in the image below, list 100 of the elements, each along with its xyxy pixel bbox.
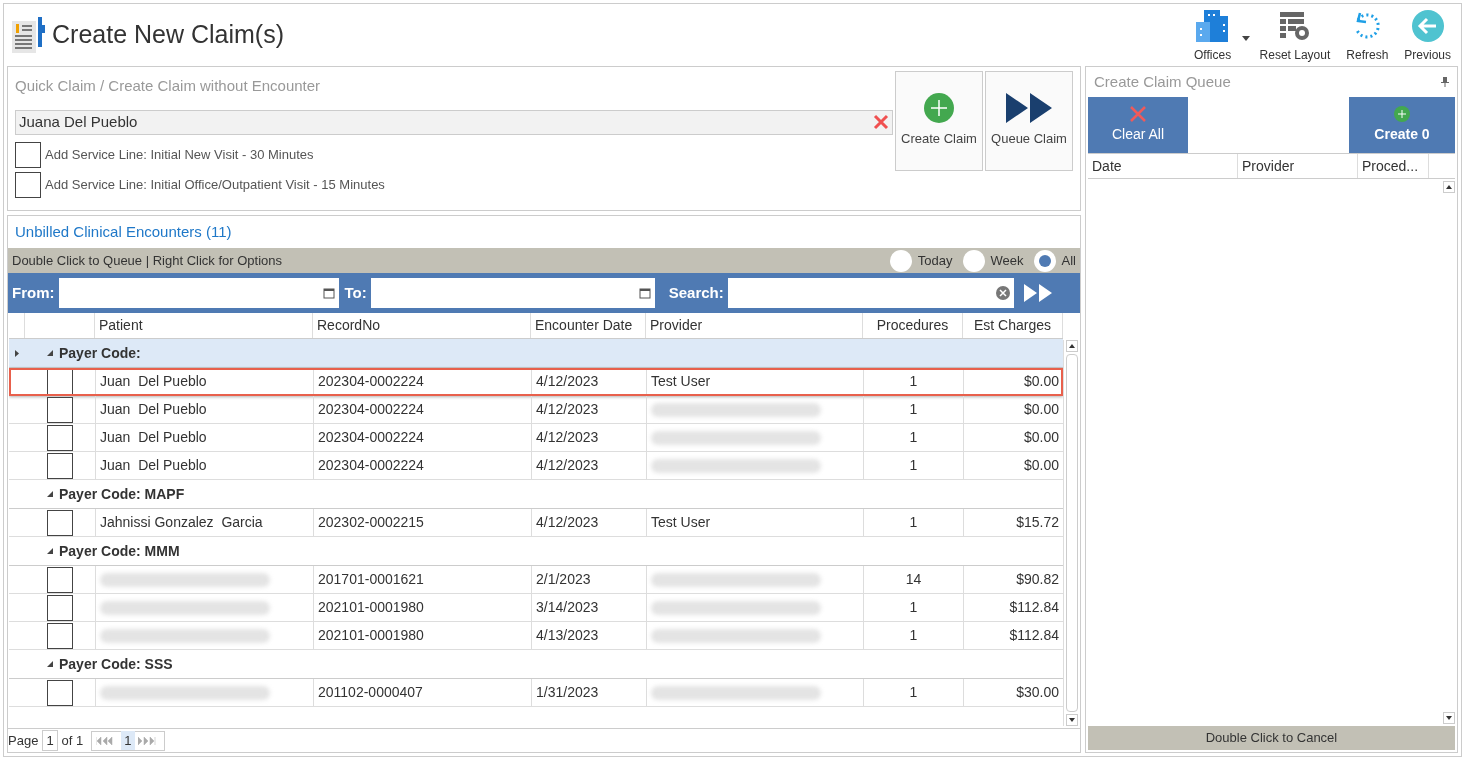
clear-all-button[interactable]: Clear All (1088, 97, 1188, 153)
column-header[interactable]: Procedures (863, 313, 963, 338)
table-cell-text: 4/12/2023 (536, 400, 599, 419)
table-cell-text: 1/31/2023 (536, 683, 599, 702)
checkbox-label: Add Service Line: Initial Office/Outpatient Visit - 15 Minutes (45, 175, 385, 194)
encounter-row[interactable]: Juan Del Pueblo 202304-0002224 4/12/2023 1 $0.00 (9, 424, 1063, 452)
checkbox[interactable] (47, 452, 73, 479)
column-header[interactable]: Provider (646, 313, 863, 338)
scroll-down-icon[interactable] (1446, 716, 1452, 720)
queue-footer: Double Click to Cancel (1088, 726, 1455, 750)
encounter-row[interactable]: 201102-0000407 1/31/2023 1 $30.00 (9, 679, 1063, 707)
encounter-row[interactable]: 202101-0001980 3/14/2023 1 $112.84 (9, 594, 1063, 622)
checkbox[interactable] (47, 594, 73, 621)
column-header[interactable]: RecordNo (313, 313, 531, 338)
collapse-icon[interactable] (47, 661, 53, 667)
pin-icon[interactable] (1441, 77, 1449, 87)
toolbar-button[interactable]: Reset Layout (1255, 10, 1335, 64)
table-cell-text: 4/13/2023 (536, 626, 599, 645)
table-cell-text: $30.00 (1016, 683, 1059, 702)
toolbar-button[interactable]: Previous (1400, 10, 1455, 64)
panel-title: Create Claim Queue (1094, 71, 1231, 92)
collapse-icon[interactable] (47, 548, 53, 554)
patient-field[interactable]: Juana Del Pueblo (15, 109, 893, 135)
encounter-row[interactable]: Juan Del Pueblo 202304-0002224 4/12/2023 Test User 1 $0.00 (9, 368, 1063, 396)
checkbox[interactable] (15, 141, 41, 168)
column-header[interactable]: Provider (1238, 154, 1358, 178)
calendar-icon[interactable] (322, 287, 335, 299)
column-header[interactable]: Date (1088, 154, 1238, 178)
checkbox[interactable] (47, 622, 73, 649)
table-cell-text: 201102-0000407 (318, 683, 423, 702)
checkbox[interactable] (47, 566, 73, 593)
table-cell-text: 4/12/2023 (536, 372, 599, 391)
scrollbar[interactable] (1063, 340, 1079, 726)
table-cell-text: 1 (909, 372, 918, 391)
encounter-row[interactable]: Juan Del Pueblo 202304-0002224 4/12/2023 1 $0.00 (9, 396, 1063, 424)
to-label: To: (344, 282, 367, 303)
column-header[interactable]: Est Charges (963, 313, 1063, 338)
collapse-icon[interactable] (47, 350, 53, 356)
table-cell-text: 3/14/2023 (536, 598, 599, 617)
range-radio[interactable]: Week (962, 249, 1024, 272)
toolbar-button[interactable]: Offices (1185, 10, 1240, 64)
panel-title: Quick Claim / Create Claim without Encounter (15, 76, 322, 96)
table-cell-text: 4/12/2023 (536, 513, 599, 532)
checkbox[interactable] (47, 679, 73, 706)
checkbox[interactable] (47, 424, 73, 451)
encounter-row[interactable]: 201701-0001621 2/1/2023 14 $90.82 (9, 566, 1063, 594)
table-cell-text: 1 (909, 683, 918, 702)
toolbar-button[interactable]: Refresh (1340, 10, 1395, 64)
table-cell-text: 1 (909, 456, 918, 475)
to-date-field[interactable] (370, 278, 655, 308)
checkbox[interactable] (15, 171, 41, 198)
table-cell-text: Juan Del Pueblo (100, 428, 207, 447)
table-cell-text: 202101-0001980 (318, 598, 424, 617)
queue-claim-button[interactable]: Queue Claim (985, 71, 1073, 171)
table-cell-text: $0.00 (1023, 428, 1059, 447)
table-cell-text: $112.84 (1009, 626, 1059, 645)
scroll-down-icon[interactable] (1068, 718, 1075, 722)
table-cell-text: 202304-0002224 (318, 428, 424, 447)
create-claim-button[interactable]: Create Claim (895, 71, 983, 171)
table-cell-text: Test User (651, 372, 711, 391)
table-cell-text: $90.82 (1016, 570, 1059, 589)
clear-icon[interactable] (873, 114, 889, 130)
table-cell-text: Jahnissi Gonzalez Garcia (100, 513, 263, 532)
from-date-field[interactable] (58, 278, 339, 308)
column-header[interactable]: Patient (95, 313, 313, 338)
table-cell-text: 1 (909, 626, 918, 645)
page-title: Create New Claim(s) (52, 19, 284, 51)
calendar-icon[interactable] (638, 287, 651, 299)
plus-icon (924, 93, 954, 124)
checkbox[interactable] (47, 396, 73, 423)
column-header[interactable]: Proced... (1358, 154, 1429, 178)
clear-icon[interactable] (995, 286, 1010, 300)
search-field[interactable] (727, 278, 1014, 308)
search-label: Search: (668, 282, 724, 303)
panel-title: Unbilled Clinical Encounters (11) (14, 221, 233, 242)
table-cell-text: $112.84 (1009, 598, 1059, 617)
collapse-icon[interactable] (47, 491, 53, 497)
table-cell-text: $0.00 (1023, 372, 1059, 391)
scroll-up-icon[interactable] (1446, 185, 1452, 189)
buildings-icon (1195, 10, 1230, 42)
range-radio[interactable]: Today (889, 249, 953, 272)
checkbox[interactable] (47, 368, 73, 395)
table-cell-text: 4/12/2023 (536, 428, 599, 447)
dropdown-caret-icon[interactable] (1241, 36, 1250, 41)
table-cell-text: 2/1/2023 (536, 570, 591, 589)
column-header[interactable]: Encounter Date (531, 313, 646, 338)
create-button[interactable]: Create 0 (1349, 97, 1455, 153)
table-cell-text: $0.00 (1023, 400, 1059, 419)
scroll-up-icon[interactable] (1068, 344, 1075, 348)
grid-hint: Double Click to Queue | Right Click for Options (12, 251, 282, 270)
double-play-icon[interactable] (1023, 284, 1052, 302)
table-cell-text: 202304-0002224 (318, 456, 424, 475)
table-cell-text: 14 (905, 570, 922, 589)
table-cell-text: 201701-0001621 (318, 570, 424, 589)
group-header: Payer Code: MMM (59, 541, 180, 561)
page-field[interactable]: 1 (42, 729, 58, 752)
row-pointer-icon (15, 349, 19, 357)
table-cell-text: Juan Del Pueblo (100, 372, 207, 391)
grid-gear-icon (1277, 10, 1312, 42)
checkbox[interactable] (47, 509, 73, 536)
